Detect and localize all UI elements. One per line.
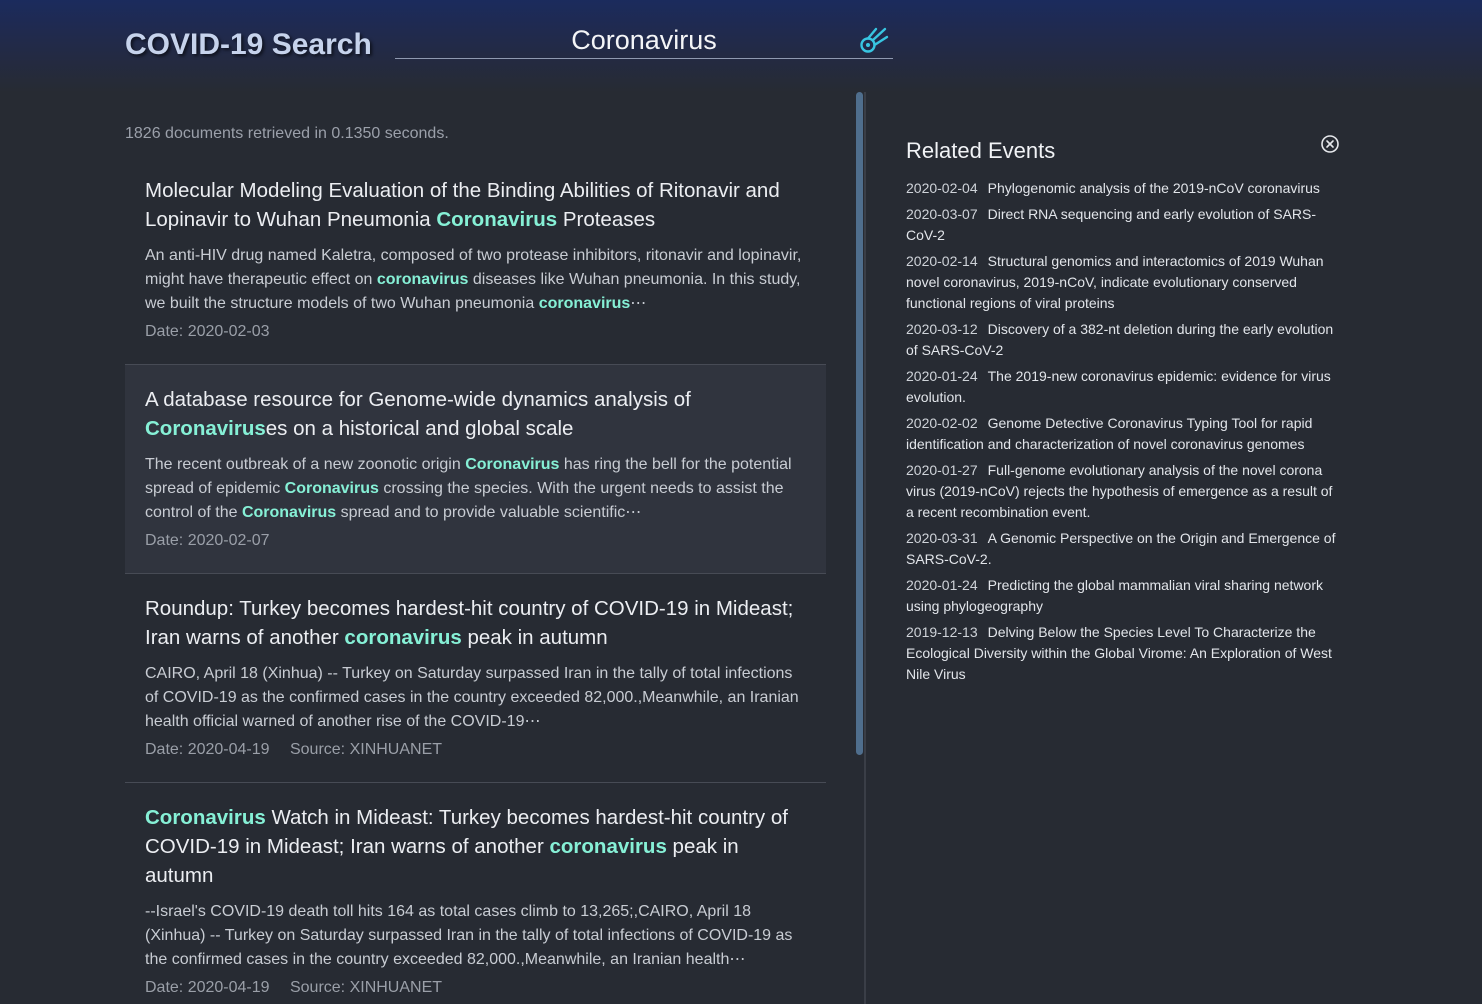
related-event-item[interactable]: 2020-03-12 Discovery of a 382-nt deletion… — [906, 319, 1336, 361]
highlight-term: Coronavirus — [241, 504, 337, 521]
event-date: 2020-01-24 — [906, 368, 978, 384]
text-segment: The recent outbreak of a new zoonotic or… — [145, 456, 466, 473]
text-segment: spread and to provide valuable scientifi… — [336, 504, 642, 521]
text-segment: --Israel's COVID-19 death toll hits 164 … — [145, 903, 793, 968]
result-meta: Date: 2020-02-03 — [145, 320, 806, 344]
results-stats: 1826 documents retrieved in 0.1350 secon… — [125, 125, 449, 142]
result-date: Date: 2020-04-19 — [145, 741, 270, 758]
result-date: Date: 2020-02-07 — [145, 532, 270, 549]
related-event-item[interactable]: 2020-01-24 Predicting the global mammalia… — [906, 575, 1336, 617]
highlight-term: Coronavirus — [145, 806, 266, 829]
result-card[interactable]: A database resource for Genome-wide dyna… — [125, 365, 826, 574]
result-date: Date: 2020-02-03 — [145, 323, 270, 340]
related-event-item[interactable]: 2020-03-31 A Genomic Perspective on the O… — [906, 528, 1336, 570]
event-title: Phylogenomic analysis of the 2019-nCoV c… — [987, 180, 1320, 196]
text-segment: peak in autumn — [461, 626, 608, 649]
event-date: 2019-12-13 — [906, 624, 978, 640]
highlight-term: coronavirus — [549, 835, 667, 858]
highlight-term: Coronavirus — [436, 208, 558, 231]
app-header: COVID-19 Search — [0, 0, 1482, 92]
highlight-term: Coronavirus — [284, 480, 379, 497]
related-event-item[interactable]: 2020-02-02 Genome Detective Coronavirus T… — [906, 413, 1336, 455]
event-date: 2020-03-31 — [906, 530, 978, 546]
related-event-item[interactable]: 2020-01-24 The 2019-new coronavirus epide… — [906, 366, 1336, 408]
related-events-list: 2020-02-04 Phylogenomic analysis of the 2… — [906, 178, 1336, 685]
app-title[interactable]: COVID-19 Search — [125, 26, 372, 64]
result-card[interactable]: Molecular Modeling Evaluation of the Bin… — [125, 156, 826, 365]
result-snippet: --Israel's COVID-19 death toll hits 164 … — [145, 900, 806, 972]
result-source: Source: XINHUANET — [289, 979, 443, 996]
event-date: 2020-03-12 — [906, 321, 978, 337]
highlight-term: Coronavirus — [465, 456, 560, 473]
text-segment: CAIRO, April 18 (Xinhua) -- Turkey on Sa… — [145, 665, 799, 730]
result-meta: Date: 2020-04-19 Source: XINHUANET — [145, 976, 806, 1000]
highlight-term: Coronavirus — [145, 417, 266, 440]
result-title[interactable]: Roundup: Turkey becomes hardest-hit coun… — [145, 594, 806, 652]
result-snippet: CAIRO, April 18 (Xinhua) -- Turkey on Sa… — [145, 662, 806, 734]
results-list: 1826 documents retrieved in 0.1350 secon… — [0, 92, 826, 1004]
result-meta: Date: 2020-04-19 Source: XINHUANET — [145, 738, 806, 762]
event-date: 2020-02-04 — [906, 180, 978, 196]
result-snippet: The recent outbreak of a new zoonotic or… — [145, 453, 806, 525]
comet-icon — [860, 27, 889, 53]
result-card[interactable]: Roundup: Turkey becomes hardest-hit coun… — [125, 574, 826, 783]
text-segment: A database resource for Genome-wide dyna… — [145, 388, 691, 411]
search-bar — [395, 22, 893, 59]
search-submit-button[interactable] — [857, 24, 891, 56]
result-source: Source: XINHUANET — [289, 741, 443, 758]
highlight-term: coronavirus — [344, 626, 462, 649]
related-event-item[interactable]: 2020-02-14 Structural genomics and intera… — [906, 251, 1336, 314]
search-input[interactable] — [395, 22, 893, 58]
related-event-item[interactable]: 2020-01-27 Full-genome evolutionary analy… — [906, 460, 1336, 523]
event-date: 2020-02-14 — [906, 253, 978, 269]
event-date: 2020-01-24 — [906, 577, 978, 593]
result-date: Date: 2020-04-19 — [145, 979, 270, 996]
result-card[interactable]: Coronavirus Watch in Mideast: Turkey bec… — [125, 783, 826, 1004]
highlight-term: coronavirus — [538, 295, 631, 312]
result-title[interactable]: Molecular Modeling Evaluation of the Bin… — [145, 176, 806, 234]
close-circle-icon — [1321, 135, 1339, 153]
text-segment: es on a historical and global scale — [265, 417, 574, 440]
event-date: 2020-02-02 — [906, 415, 978, 431]
related-event-item[interactable]: 2020-03-07 Direct RNA sequencing and earl… — [906, 204, 1336, 246]
result-snippet: An anti-HIV drug named Kaletra, composed… — [145, 244, 806, 316]
event-date: 2020-03-07 — [906, 206, 978, 222]
results-pane[interactable]: 1826 documents retrieved in 0.1350 secon… — [0, 92, 856, 1004]
related-events-panel: Related Events 2020-02-04 Phylogenomic an… — [906, 133, 1340, 690]
related-event-item[interactable]: 2020-02-04 Phylogenomic analysis of the 2… — [906, 178, 1336, 199]
pane-divider — [864, 92, 866, 1004]
result-title[interactable]: A database resource for Genome-wide dyna… — [145, 385, 806, 443]
text-segment: Proteases — [557, 208, 656, 231]
related-events-heading: Related Events — [906, 138, 1056, 163]
event-date: 2020-01-27 — [906, 462, 978, 478]
result-title[interactable]: Coronavirus Watch in Mideast: Turkey bec… — [145, 803, 806, 890]
text-segment: ⋯ — [630, 295, 647, 312]
related-event-item[interactable]: 2019-12-13 Delving Below the Species Leve… — [906, 622, 1336, 685]
close-related-button[interactable] — [1320, 134, 1340, 154]
result-meta: Date: 2020-02-07 — [145, 529, 806, 553]
results-scrollbar-thumb[interactable] — [856, 92, 863, 755]
highlight-term: coronavirus — [376, 271, 469, 288]
